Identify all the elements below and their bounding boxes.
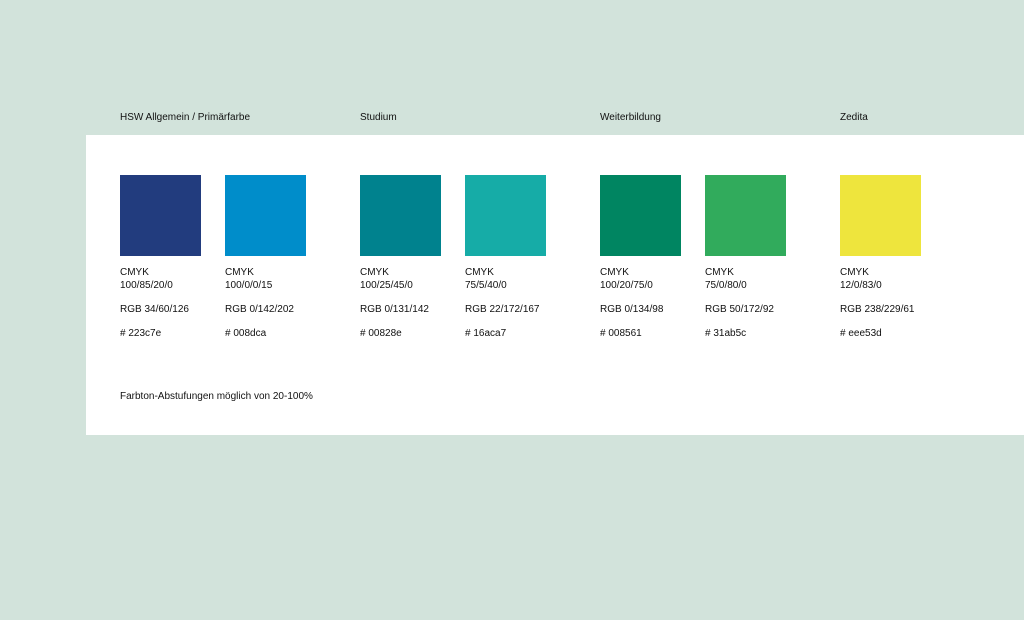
color-swatch <box>465 175 546 256</box>
cmyk-label: CMYK <box>225 267 254 278</box>
cmyk-value: 100/25/45/0 <box>360 280 413 291</box>
color-swatch <box>705 175 786 256</box>
swatch-column: CMYK 100/0/0/15 RGB 0/142/202 # 008dca <box>225 175 325 340</box>
cmyk-value: 100/85/20/0 <box>120 280 173 291</box>
hex-value: # 008dca <box>225 328 267 339</box>
cmyk-value: 75/5/40/0 <box>465 280 507 291</box>
cmyk-label: CMYK <box>705 267 734 278</box>
hex-value: # 008561 <box>600 328 642 339</box>
group-title-studium: Studium <box>360 112 397 123</box>
swatch-column: CMYK 12/0/83/0 RGB 238/229/61 # eee53d <box>840 175 940 340</box>
hex-value: # 223c7e <box>120 328 162 339</box>
cmyk-label: CMYK <box>465 267 494 278</box>
cmyk-label: CMYK <box>360 267 389 278</box>
color-swatch <box>360 175 441 256</box>
cmyk-value: 100/0/0/15 <box>225 280 273 291</box>
hex-value: # 31ab5c <box>705 328 747 339</box>
rgb-value: RGB 22/172/167 <box>465 304 540 315</box>
hex-value: # eee53d <box>840 328 882 339</box>
hex-value: # 00828e <box>360 328 402 339</box>
cmyk-label: CMYK <box>840 267 869 278</box>
rgb-value: RGB 50/172/92 <box>705 304 774 315</box>
rgb-value: RGB 0/142/202 <box>225 304 294 315</box>
rgb-value: RGB 238/229/61 <box>840 304 915 315</box>
color-swatch <box>600 175 681 256</box>
swatch-column: CMYK 100/20/75/0 RGB 0/134/98 # 008561 <box>600 175 700 340</box>
swatch-column: CMYK 100/25/45/0 RGB 0/131/142 # 00828e <box>360 175 460 340</box>
swatch-column: CMYK 75/0/80/0 RGB 50/172/92 # 31ab5c <box>705 175 805 340</box>
footnote: Farbton-Abstufungen möglich von 20-100% <box>120 391 313 402</box>
color-swatch <box>225 175 306 256</box>
rgb-value: RGB 0/131/142 <box>360 304 429 315</box>
cmyk-value: 75/0/80/0 <box>705 280 747 291</box>
group-title-weiterbildung: Weiterbildung <box>600 112 661 123</box>
rgb-value: RGB 0/134/98 <box>600 304 664 315</box>
group-title-zedita: Zedita <box>840 112 868 123</box>
rgb-value: RGB 34/60/126 <box>120 304 189 315</box>
swatch-column: CMYK 100/85/20/0 RGB 34/60/126 # 223c7e <box>120 175 220 340</box>
cmyk-value: 12/0/83/0 <box>840 280 882 291</box>
cmyk-value: 100/20/75/0 <box>600 280 653 291</box>
swatch-column: CMYK 75/5/40/0 RGB 22/172/167 # 16aca7 <box>465 175 565 340</box>
hex-value: # 16aca7 <box>465 328 507 339</box>
color-panel: CMYK 100/85/20/0 RGB 34/60/126 # 223c7e … <box>86 135 1024 435</box>
cmyk-label: CMYK <box>120 267 149 278</box>
cmyk-label: CMYK <box>600 267 629 278</box>
color-swatch <box>120 175 201 256</box>
group-title-hsw-allgemein: HSW Allgemein / Primärfarbe <box>120 112 251 123</box>
color-swatch <box>840 175 921 256</box>
